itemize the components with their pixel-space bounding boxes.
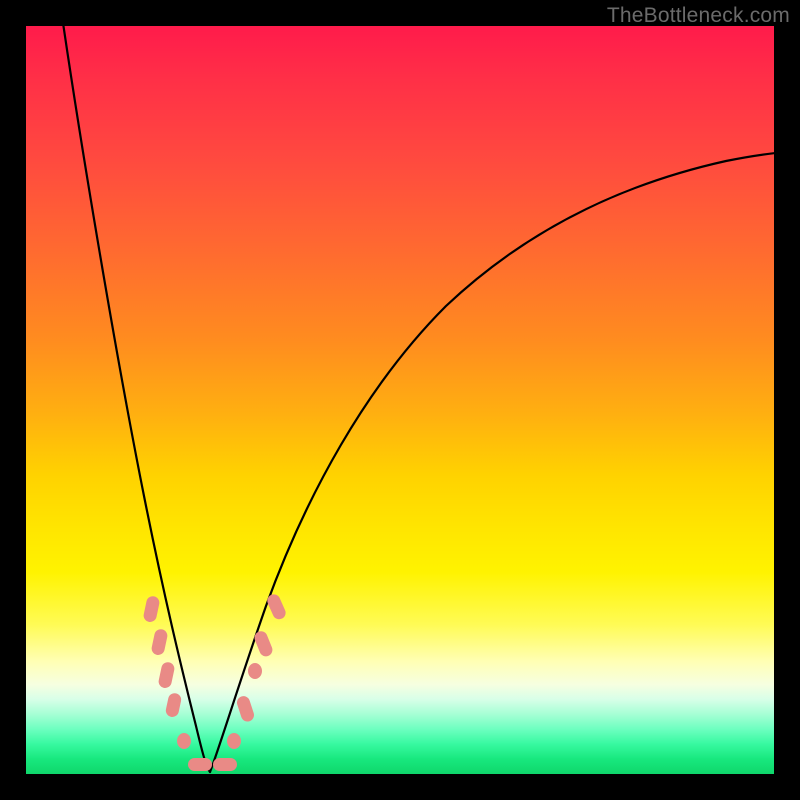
marker — [150, 628, 168, 656]
marker — [235, 694, 255, 723]
marker — [142, 595, 160, 623]
chart-frame: TheBottleneck.com — [0, 0, 800, 800]
marker — [165, 692, 183, 718]
marker — [177, 733, 191, 749]
curve-left-branch — [62, 26, 210, 772]
marker — [227, 733, 241, 749]
marker — [248, 663, 262, 679]
marker — [213, 758, 237, 771]
marker — [157, 661, 175, 689]
marker-group — [142, 592, 287, 771]
watermark-text: TheBottleneck.com — [607, 4, 790, 28]
curve-layer — [26, 26, 774, 774]
plot-area — [26, 26, 774, 774]
curve-right-branch — [210, 152, 774, 772]
marker — [188, 758, 212, 771]
